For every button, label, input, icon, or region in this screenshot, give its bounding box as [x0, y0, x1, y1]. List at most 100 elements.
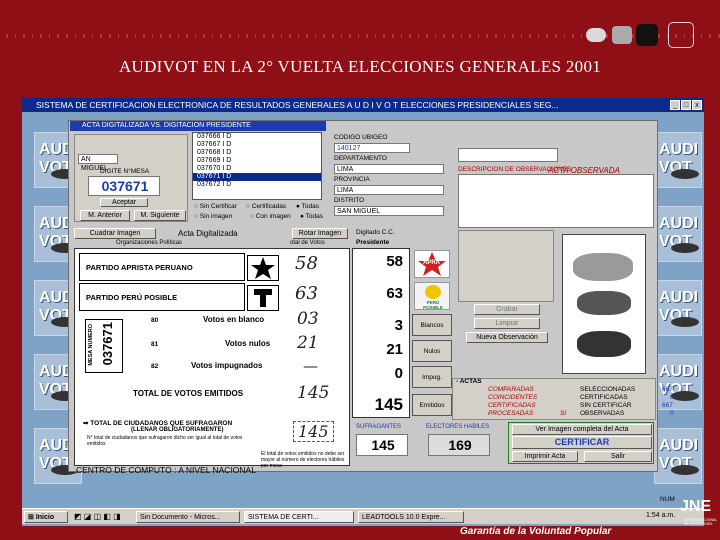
- taskbar: ⊞ Inicio ◩ ◪ ◫ ◧ ◨ Sin Documento - Micro…: [22, 508, 704, 524]
- radio-todas-img[interactable]: ● Todas: [300, 213, 323, 220]
- list-item[interactable]: 037669 I D: [193, 157, 321, 165]
- close-button[interactable]: x: [692, 100, 702, 110]
- minimize-button[interactable]: _: [670, 100, 680, 110]
- summary-heading: - ACTAS: [456, 378, 482, 385]
- list-item-selected[interactable]: 037671 I D: [193, 173, 321, 181]
- org-label: Organizaciones Políticas: [116, 240, 183, 246]
- observation-field[interactable]: [458, 148, 558, 162]
- clear-button[interactable]: Limpiar: [474, 318, 540, 329]
- electores-label: ELECTORES HABILES: [426, 424, 490, 430]
- handwritten-peru-posible: 63: [295, 283, 318, 304]
- num-lock-indicator: NUM: [660, 496, 675, 503]
- electores-value: 169: [428, 434, 490, 456]
- acta-observada-stamp: ACTA OBSERVADA: [548, 166, 620, 175]
- handwritten-nulos: 21: [297, 333, 319, 353]
- thumbnail-panel: [458, 230, 554, 302]
- ubigeo-label: CODIGO UBIGEO: [334, 134, 388, 141]
- peru-posible-logo-icon: [247, 285, 279, 311]
- list-item[interactable]: 037670 I D: [193, 165, 321, 173]
- signature-thumbnails: [562, 234, 646, 374]
- party-apra-row: PARTIDO APRISTA PERUANO: [79, 253, 245, 281]
- list-item[interactable]: 037668 I D: [193, 149, 321, 157]
- digitado-impugnados: 0: [394, 365, 403, 382]
- audivot-logo-tile: AUDI VOT: [654, 428, 702, 484]
- sufragantes-value: 145: [356, 434, 408, 456]
- acta-image: PARTIDO APRISTA PERUANO PARTIDO PERÚ POS…: [74, 248, 350, 469]
- district-field: AN MIGUEL: [78, 154, 118, 172]
- print-acta-button[interactable]: Imprimir Acta: [512, 451, 578, 462]
- jne-logo-subtitle: JURADO NACIONAL DE ELECCIONES: [684, 518, 718, 526]
- province-select[interactable]: LIMA: [334, 185, 444, 195]
- radio-todas-cert[interactable]: ● Todas: [296, 203, 319, 210]
- votos-nulos-label: Votos nulos: [225, 339, 271, 348]
- apra-party-logo: APRA: [414, 250, 450, 278]
- presidente-label: Presidente: [356, 239, 390, 246]
- view-full-acta-button[interactable]: Ver Imagen completa del Acta: [512, 424, 652, 435]
- digitado-nulos: 21: [386, 341, 403, 358]
- apra-star-icon: [247, 255, 279, 281]
- department-select[interactable]: LIMA: [334, 164, 444, 174]
- list-item[interactable]: 037666 I D: [193, 133, 321, 141]
- emitidos-label: Emitidos: [412, 394, 452, 416]
- district-label: DISTRITO: [334, 197, 365, 204]
- mesa-list[interactable]: 037666 I D 037667 I D 037668 I D 037669 …: [192, 132, 322, 200]
- handwritten-total: 145: [297, 383, 330, 403]
- party-peru-posible-row: PARTIDO PERÚ POSIBLE: [79, 283, 245, 311]
- quicklaunch-icons[interactable]: ◩ ◪ ◫ ◧ ◨: [74, 512, 121, 521]
- votos-impugnados-label: Votos impugnados: [191, 361, 263, 370]
- taskbar-leadtools[interactable]: LEADTOOLS 10.0 Expre...: [358, 511, 464, 523]
- slide-title: AUDIVOT EN LA 2° VUELTA ELECCIONES GENER…: [118, 57, 602, 76]
- handwritten-blanco: 03: [297, 309, 319, 329]
- sufragantes-label: SUFRAGANTES: [356, 424, 402, 430]
- blancos-label: Blancos: [412, 314, 452, 336]
- new-observation-button[interactable]: Nueva Observación: [466, 332, 548, 343]
- audivot-logo-tile: AUDI VOT: [654, 280, 702, 336]
- save-button[interactable]: Grabar: [474, 304, 540, 315]
- handwritten-impugnados: —: [303, 357, 318, 375]
- maximize-button[interactable]: □: [681, 100, 691, 110]
- mesa-caption: DIGITE N°MESA: [100, 168, 150, 175]
- list-item[interactable]: 037672 I D: [193, 181, 321, 189]
- radio-sin-certificar[interactable]: ○ Sin Certificar: [194, 203, 237, 210]
- window-title: SISTEMA DE CERTIFICACION ELECTRONICA DE …: [36, 100, 559, 110]
- district-select[interactable]: SAN MIGUEL: [334, 206, 444, 216]
- certify-button[interactable]: CERTIFICAR: [512, 436, 652, 449]
- taskbar-word-doc[interactable]: Sin Documento - Micros...: [136, 511, 240, 523]
- digitado-label: Digitado C.C.: [356, 229, 395, 236]
- radio-certificadas[interactable]: ○ Certificadas: [246, 203, 286, 210]
- acta-footer-note: El total de votos emitidos no debe ser m…: [261, 451, 345, 469]
- taskbar-sistema[interactable]: SISTEMA DE CERTI...: [244, 511, 354, 523]
- total-votes-label: otal de Votos: [290, 240, 325, 246]
- peru-posible-party-logo: PERÚ POSIBLE: [414, 282, 450, 310]
- acta-digitalizada-label: Acta Digitalizada: [178, 229, 238, 238]
- mesa-number-input[interactable]: 037671: [88, 176, 160, 196]
- decorative-dot: [636, 24, 658, 46]
- decorative-dot: [612, 26, 632, 44]
- jne-logo: JNE: [680, 498, 712, 515]
- fit-image-button[interactable]: Cuadrar Imagen: [74, 228, 156, 239]
- rotate-image-button[interactable]: Rotar Imagen: [292, 228, 348, 239]
- decorative-dot: [668, 22, 694, 48]
- accept-button[interactable]: Aceptar: [100, 198, 148, 207]
- list-item[interactable]: 037667 I D: [193, 141, 321, 149]
- digitado-peru-posible: 63: [386, 285, 403, 302]
- department-label: DEPARTAMENTO: [334, 155, 387, 162]
- window-titlebar[interactable]: SISTEMA DE CERTIFICACION ELECTRONICA DE …: [22, 98, 704, 112]
- start-button[interactable]: ⊞ Inicio: [24, 511, 68, 523]
- previous-mesa-button[interactable]: M. Anterior: [80, 210, 130, 221]
- radio-con-imagen[interactable]: ○ Con imagen: [250, 213, 291, 220]
- observations-textarea[interactable]: [458, 174, 654, 228]
- digitado-blanco: 3: [394, 317, 403, 334]
- handwritten-apra: 58: [295, 253, 318, 274]
- next-mesa-button[interactable]: M. Siguiente: [134, 210, 186, 221]
- radio-sin-imagen[interactable]: ○ Sin imagen: [194, 213, 232, 220]
- exit-button[interactable]: Salir: [584, 451, 652, 462]
- ciudadanos-label: ➡ TOTAL DE CIUDADANOS QUE SUFRAGARON: [83, 420, 233, 427]
- audivot-logo-tile: AUDI VOT: [654, 206, 702, 262]
- footer-slogan: Garantía de la Voluntad Popular: [460, 526, 612, 537]
- province-label: PROVINCIA: [334, 176, 370, 183]
- digitado-values: 58 63 3 21 0 145: [352, 248, 410, 418]
- ubigeo-field: 140127: [334, 143, 410, 153]
- mesa-numero-box: MESA NUMERO 037671: [85, 319, 123, 373]
- votos-blanco-label: Votos en blanco: [203, 315, 265, 324]
